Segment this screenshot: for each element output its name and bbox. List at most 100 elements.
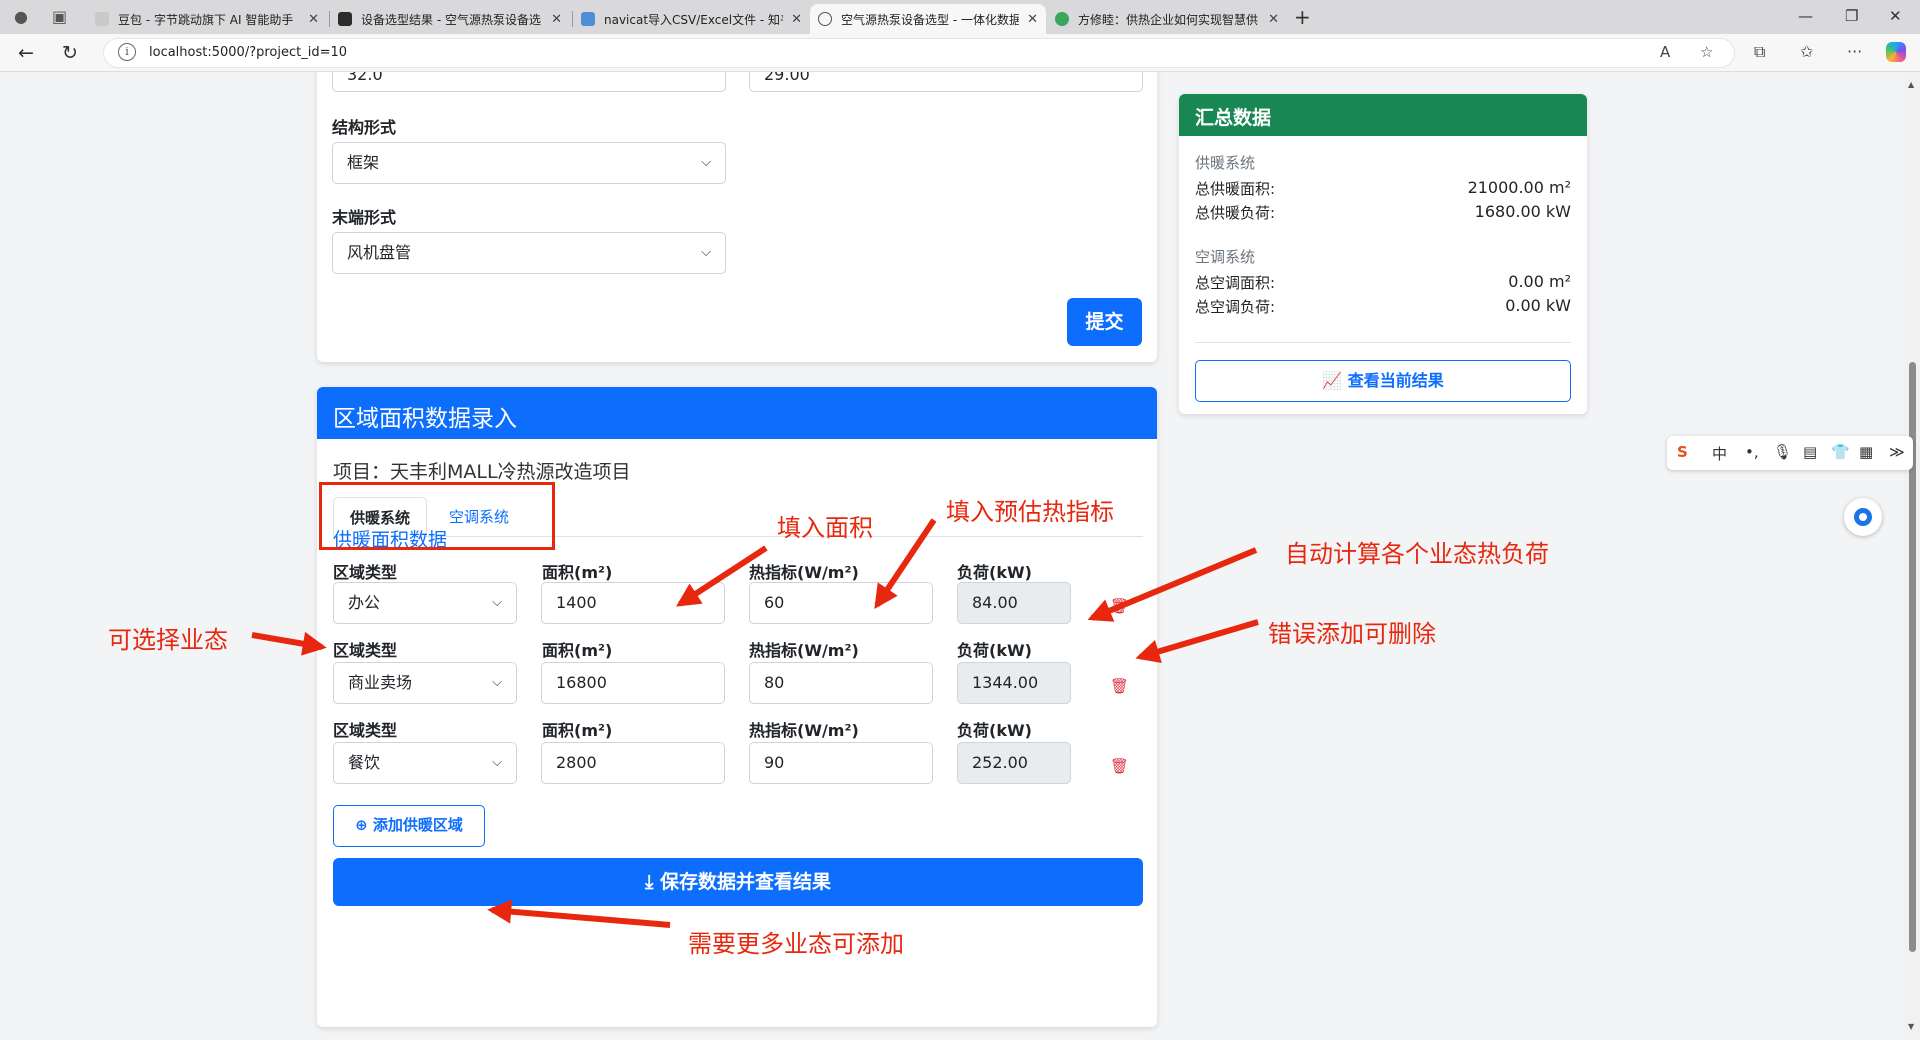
browser-tab[interactable]: navicat导入CSV/Excel文件 - 知乎 ✕ <box>573 4 810 34</box>
annotation-delete: 错误添加可删除 <box>1268 620 1436 648</box>
restore-icon[interactable]: ❐ <box>1845 7 1858 25</box>
browser-tab[interactable]: 设备选型结果 - 空气源热泵设备选 ✕ <box>330 4 570 34</box>
region-type-select[interactable]: 商业卖场 ⌵ <box>333 662 517 704</box>
area-input[interactable]: 16800 <box>541 662 725 704</box>
browser-tab[interactable]: 方修睦：供热企业如何实现智慧供 ✕ <box>1047 4 1287 34</box>
ime-grid-icon[interactable]: ▦ <box>1859 443 1873 461</box>
tab-close-icon[interactable]: ✕ <box>1268 12 1279 27</box>
page-scrollbar[interactable]: ▲ ▼ <box>1904 72 1920 1040</box>
tab-close-icon[interactable]: ✕ <box>791 12 802 27</box>
extensions-icon[interactable]: ⧉ <box>1754 42 1765 62</box>
minimize-icon[interactable]: — <box>1798 7 1813 25</box>
sogou-logo-icon[interactable]: S <box>1677 443 1688 461</box>
edge-sidebar-button[interactable] <box>1844 498 1882 536</box>
region-card-title: 区域面积数据录入 <box>333 406 517 432</box>
annotation-fill-area: 填入面积 <box>777 514 873 542</box>
tab-title: 豆包 - 字节跳动旗下 AI 智能助手 <box>118 12 294 27</box>
field-partial-1[interactable]: 32.0 <box>332 72 726 92</box>
tab-close-icon[interactable]: ✕ <box>1027 12 1038 27</box>
save-label: 保存数据并查看结果 <box>660 871 832 893</box>
heat-index-input[interactable]: 90 <box>749 742 933 784</box>
region-type-select[interactable]: 餐饮 ⌵ <box>333 742 517 784</box>
heat-index-input[interactable]: 80 <box>749 662 933 704</box>
load-output: 1344.00 <box>957 662 1071 704</box>
heat-index-input[interactable]: 60 <box>749 582 933 624</box>
favorites-icon[interactable]: ✩ <box>1800 42 1813 61</box>
project-name: 项目：天丰利MALL冷热源改造项目 <box>333 461 631 483</box>
summary-card: 汇总数据 供暖系统 总供暖面积: 21000.00 m² 总供暖负荷: 1680… <box>1179 94 1587 414</box>
total-heating-area-value: 21000.00 m² <box>1467 178 1571 197</box>
ime-toolbar[interactable]: S 中 •, 🎙 ▤ 👕 ▦ ≫ <box>1667 436 1913 470</box>
annotation-add-more: 需要更多业态可添加 <box>688 930 904 958</box>
edge-ring-icon <box>1854 508 1872 526</box>
load-output: 84.00 <box>957 582 1071 624</box>
add-heating-region-button[interactable]: ⊕ 添加供暖区域 <box>333 805 485 847</box>
ime-punct-icon[interactable]: •, <box>1745 443 1759 461</box>
tab-favicon-icon <box>581 12 595 26</box>
view-current-result-button[interactable]: 📈 查看当前结果 <box>1195 360 1571 402</box>
scroll-up-icon[interactable]: ▲ <box>1908 80 1914 89</box>
annotation-fill-index: 填入预估热指标 <box>946 498 1114 526</box>
download-icon: ⤓ <box>644 871 654 893</box>
region-type-select[interactable]: 办公 ⌵ <box>333 582 517 624</box>
terminal-select[interactable]: 风机盘管 ⌵ <box>332 232 726 274</box>
close-window-icon[interactable]: ✕ <box>1889 7 1902 25</box>
chevron-down-icon: ⌵ <box>701 155 711 170</box>
tab-close-icon[interactable]: ✕ <box>308 12 319 27</box>
total-ac-load-value: 0.00 kW <box>1505 296 1571 315</box>
site-info-icon[interactable]: i <box>118 43 136 61</box>
profile-icon[interactable]: ● <box>14 7 28 26</box>
structure-select[interactable]: 框架 ⌵ <box>332 142 726 184</box>
ac-system-title: 空调系统 <box>1195 248 1256 266</box>
area-input[interactable]: 1400 <box>541 582 725 624</box>
col-area-label: 面积(m²) <box>542 563 613 582</box>
ime-mic-icon[interactable]: 🎙 <box>1773 443 1792 461</box>
reload-icon[interactable]: ↻ <box>62 42 78 64</box>
trash-icon[interactable]: 🗑 <box>1110 597 1129 615</box>
address-bar[interactable]: i localhost:5000/?project_id=10 A ☆ <box>103 38 1735 68</box>
browser-toolbar: ← ↻ i localhost:5000/?project_id=10 A ☆ … <box>0 34 1920 72</box>
tab-title: navicat导入CSV/Excel文件 - 知乎 <box>604 12 784 27</box>
add-region-label: 添加供暖区域 <box>372 816 463 834</box>
trash-icon[interactable]: 🗑 <box>1110 677 1129 695</box>
field-partial-2[interactable]: 29.00 <box>749 72 1143 92</box>
col-type-label: 区域类型 <box>333 641 398 660</box>
region-type-value: 餐饮 <box>348 753 381 772</box>
browser-tab[interactable]: 豆包 - 字节跳动旗下 AI 智能助手 ✕ <box>87 4 327 34</box>
scroll-down-icon[interactable]: ▼ <box>1908 1022 1914 1031</box>
ime-keyboard-icon[interactable]: ▤ <box>1803 443 1817 461</box>
back-icon[interactable]: ← <box>18 42 34 64</box>
url-text[interactable]: localhost:5000/?project_id=10 <box>149 45 347 60</box>
total-heating-load-label: 总供暖负荷: <box>1195 204 1276 222</box>
structure-value: 框架 <box>347 153 380 172</box>
ime-skin-icon[interactable]: 👕 <box>1831 443 1850 461</box>
tab-favicon-icon <box>1055 12 1069 26</box>
view-result-label: 查看当前结果 <box>1347 371 1444 390</box>
tab-close-icon[interactable]: ✕ <box>551 12 562 27</box>
total-heating-area-label: 总供暖面积: <box>1195 180 1276 198</box>
ime-more-icon[interactable]: ≫ <box>1889 443 1905 461</box>
col-load-label: 负荷(kW) <box>957 563 1032 582</box>
chevron-down-icon: ⌵ <box>492 755 502 770</box>
col-index-label: 热指标(W/m²) <box>749 563 859 582</box>
favorite-star-icon[interactable]: ☆ <box>1700 43 1713 61</box>
chevron-down-icon: ⌵ <box>492 595 502 610</box>
plus-circle-icon: ⊕ <box>355 816 368 834</box>
browser-tab-active[interactable]: 空气源热泵设备选型 - 一体化数据 ✕ <box>810 4 1046 34</box>
copilot-icon[interactable] <box>1886 42 1906 62</box>
col-index-label: 热指标(W/m²) <box>749 721 859 740</box>
chart-line-icon: 📈 <box>1322 371 1343 390</box>
tab-actions-icon[interactable]: ▣ <box>52 7 67 26</box>
annotation-select-type: 可选择业态 <box>108 626 228 654</box>
save-and-view-button[interactable]: ⤓ 保存数据并查看结果 <box>333 858 1143 906</box>
submit-button[interactable]: 提交 <box>1067 298 1142 346</box>
new-tab-icon[interactable]: + <box>1294 5 1311 29</box>
ime-chinese-icon[interactable]: 中 <box>1712 443 1727 464</box>
total-ac-area-value: 0.00 m² <box>1508 272 1571 291</box>
more-options-icon[interactable]: ··· <box>1847 42 1862 61</box>
divider <box>1195 342 1571 343</box>
area-input[interactable]: 2800 <box>541 742 725 784</box>
read-aloud-icon[interactable]: A <box>1660 43 1670 61</box>
trash-icon[interactable]: 🗑 <box>1110 757 1129 775</box>
structure-label: 结构形式 <box>332 118 397 137</box>
